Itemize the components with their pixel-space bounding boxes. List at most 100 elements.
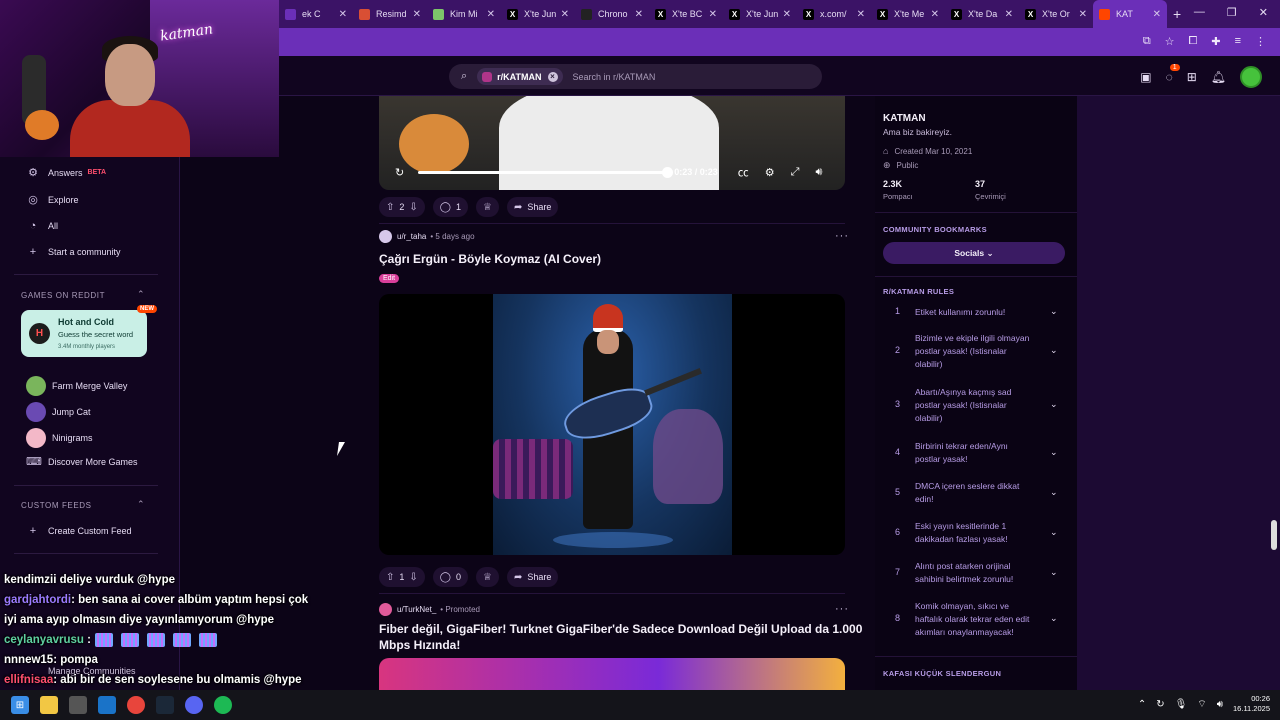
downvote-icon[interactable]: ⇩ xyxy=(409,572,417,583)
tab-close-icon[interactable]: ✕ xyxy=(413,9,421,20)
search-bar[interactable]: ⌕ r/KATMAN × Search in r/KATMAN xyxy=(449,64,822,89)
browser-tab[interactable]: X X'te Jun ✕ xyxy=(501,0,575,28)
author-avatar[interactable] xyxy=(379,230,392,243)
seek-knob[interactable] xyxy=(662,166,674,178)
sidebar-game-farm-merge-valley[interactable]: Farm Merge Valley xyxy=(26,376,127,396)
tab-close-icon[interactable]: ✕ xyxy=(1153,9,1161,20)
close-window-button[interactable]: ✕ xyxy=(1259,6,1268,19)
sidebar-item-answers[interactable]: ⚙ Answers BETA xyxy=(26,166,106,179)
browser-tab[interactable]: X X'te Or ✕ xyxy=(1019,0,1093,28)
user-avatar[interactable] xyxy=(1240,66,1262,88)
video-player[interactable]: ↻ 0:23 / 0:23 ㏄ ⚙ ⤢ 🔊︎ xyxy=(379,96,845,190)
captions-icon[interactable]: ㏄ xyxy=(738,164,749,180)
sidebar-discover-games[interactable]: ⌨ Discover More Games xyxy=(26,455,138,468)
extension-icon[interactable]: ⧠ xyxy=(1189,35,1198,48)
promo-menu-button[interactable]: ··· xyxy=(835,603,849,615)
post-menu-button[interactable]: ··· xyxy=(835,230,849,242)
bookmark-star-icon[interactable]: ☆ xyxy=(1165,35,1175,48)
subreddit-search-chip[interactable]: r/KATMAN × xyxy=(477,68,563,85)
tab-close-icon[interactable]: ✕ xyxy=(561,9,569,20)
chevron-down-icon[interactable]: ⌄ xyxy=(1050,447,1058,458)
screen-cast-icon[interactable]: ⧉ xyxy=(1143,35,1151,48)
upvote-icon[interactable]: ⇧ xyxy=(386,202,394,213)
sidebar-game-jump-cat[interactable]: Jump Cat xyxy=(26,402,91,422)
chevron-down-icon[interactable]: ⌄ xyxy=(1050,487,1058,498)
browser-tab[interactable]: X X'te Da ✕ xyxy=(945,0,1019,28)
chevron-down-icon[interactable]: ⌄ xyxy=(1050,527,1058,538)
share-button[interactable]: ➦ Share xyxy=(506,567,559,587)
spotify-icon[interactable] xyxy=(214,696,232,714)
tray-overflow-icon[interactable]: ⌃ xyxy=(1138,699,1146,710)
tab-close-icon[interactable]: ✕ xyxy=(339,9,347,20)
steam-icon[interactable] xyxy=(156,696,174,714)
promo-title[interactable]: Fiber değil, GigaFiber! Turknet GigaFibe… xyxy=(379,621,862,653)
create-post-icon[interactable]: ⊞ xyxy=(1187,70,1197,84)
sidebar-item-all[interactable]: ◔ All xyxy=(26,220,58,232)
network-icon[interactable]: ⌔ xyxy=(1197,698,1206,711)
chevron-down-icon[interactable]: ⌄ xyxy=(1050,613,1058,624)
store-icon[interactable] xyxy=(69,696,87,714)
post-author[interactable]: u/r_taha xyxy=(397,232,426,241)
browser-tab[interactable]: KAT ✕ xyxy=(1093,0,1167,28)
tab-close-icon[interactable]: ✕ xyxy=(709,9,717,20)
chevron-up-icon[interactable]: ⌃ xyxy=(137,499,145,510)
tab-close-icon[interactable]: ✕ xyxy=(1079,9,1087,20)
microphone-icon[interactable]: 🎙︎ xyxy=(1175,699,1188,710)
browser-tab[interactable]: X X'te BC ✕ xyxy=(649,0,723,28)
chevron-down-icon[interactable]: ⌄ xyxy=(1050,306,1058,317)
new-tab-button[interactable]: + xyxy=(1173,6,1181,22)
system-clock[interactable]: 00:26 16.11.2025 xyxy=(1233,694,1270,714)
sidebar-item-explore[interactable]: ◎ Explore xyxy=(26,193,78,206)
advertiser-avatar[interactable] xyxy=(379,603,392,616)
minimize-button[interactable]: — xyxy=(1194,6,1205,19)
chevron-down-icon[interactable]: ⌄ xyxy=(1050,567,1058,578)
socials-dropdown[interactable]: Socials ⌄ xyxy=(883,242,1065,264)
tab-close-icon[interactable]: ✕ xyxy=(931,9,939,20)
file-explorer-icon[interactable] xyxy=(40,696,58,714)
outlook-icon[interactable] xyxy=(98,696,116,714)
award-button[interactable]: ♕ xyxy=(476,197,499,217)
browser-tab[interactable]: X X'te Me ✕ xyxy=(871,0,945,28)
post-image[interactable] xyxy=(379,294,845,555)
settings-gear-icon[interactable]: ⚙ xyxy=(765,166,775,179)
video-seek-bar[interactable] xyxy=(418,166,674,178)
promo-author[interactable]: u/TurkNet_ xyxy=(397,605,436,614)
sidebar-item-start-community[interactable]: + Start a community xyxy=(26,246,121,258)
chevron-up-icon[interactable]: ⌃ xyxy=(137,289,145,300)
chevron-down-icon[interactable]: ⌄ xyxy=(1050,399,1058,410)
browser-tab[interactable]: Resimd ✕ xyxy=(353,0,427,28)
tab-close-icon[interactable]: ✕ xyxy=(1005,9,1013,20)
sidebar-create-custom-feed[interactable]: + Create Custom Feed xyxy=(26,525,132,537)
browser-tab[interactable]: Xx.com/ ✕ xyxy=(797,0,871,28)
volume-icon[interactable]: 🔊︎ xyxy=(815,166,822,179)
browser-tab[interactable]: Chrono ✕ xyxy=(575,0,649,28)
browser-tab[interactable]: ek C ✕ xyxy=(279,0,353,28)
tab-close-icon[interactable]: ✕ xyxy=(635,9,643,20)
replay-icon[interactable]: ↻ xyxy=(395,166,404,179)
chevron-down-icon[interactable]: ⌄ xyxy=(1050,345,1058,356)
chrome-icon[interactable] xyxy=(127,696,145,714)
upvote-icon[interactable]: ⇧ xyxy=(386,572,394,583)
promo-image[interactable] xyxy=(379,658,845,690)
tab-close-icon[interactable]: ✕ xyxy=(783,9,791,20)
tab-close-icon[interactable]: ✕ xyxy=(487,9,495,20)
post-title[interactable]: Çağrı Ergün - Böyle Koymaz (AI Cover) xyxy=(379,251,601,267)
post-flair[interactable]: Edit xyxy=(379,274,400,283)
chat-icon[interactable]: ◌ 1 xyxy=(1166,64,1180,84)
start-icon[interactable]: ⊞ xyxy=(11,696,29,714)
notifications-bell-icon[interactable]: 🔔︎ xyxy=(1211,70,1226,84)
advertise-icon[interactable]: ▣ xyxy=(1140,70,1151,84)
chip-remove-icon[interactable]: × xyxy=(547,71,558,82)
extensions-puzzle-icon[interactable]: ✚ xyxy=(1211,35,1220,48)
browser-menu-icon[interactable]: ⋮ xyxy=(1255,35,1266,48)
page-scrollbar[interactable] xyxy=(1271,520,1277,550)
share-button[interactable]: ➦ Share xyxy=(506,197,559,217)
browser-tab[interactable]: X X'te Jun ✕ xyxy=(723,0,797,28)
discord-icon[interactable] xyxy=(185,696,203,714)
award-button[interactable]: ♕ xyxy=(476,567,499,587)
fullscreen-icon[interactable]: ⤢ xyxy=(791,166,800,179)
featured-game-card[interactable]: H Hot and Cold Guess the secret word 3.4… xyxy=(21,310,147,357)
speaker-icon[interactable]: 🔊︎ xyxy=(1217,699,1223,710)
sidebar-game-ninigrams[interactable]: Ninigrams xyxy=(26,428,93,448)
maximize-button[interactable]: ❐ xyxy=(1227,6,1237,19)
